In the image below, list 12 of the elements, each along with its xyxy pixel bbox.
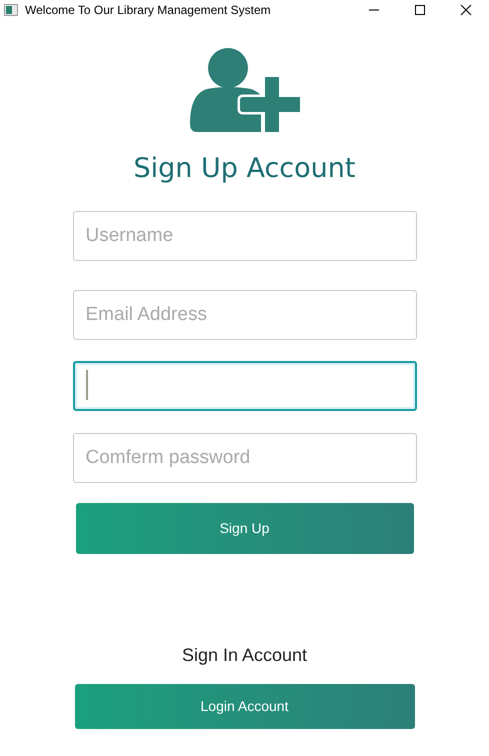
text-cursor [86,370,88,400]
sign-in-label: Sign In Account [182,644,308,667]
heading: Sign Up Account [134,152,356,186]
login-button[interactable]: Login Account [74,684,414,729]
input-field[interactable]: Username [72,211,416,261]
input-field[interactable]: Email Address [72,290,416,340]
app-icon [4,4,18,16]
input-field[interactable] [72,361,416,411]
add-user-icon [188,48,300,132]
sign-up-button[interactable]: Sign Up [76,503,414,554]
input-field[interactable]: Comferm password [72,433,416,483]
window-title: Welcome To Our Library Management System [25,2,271,19]
